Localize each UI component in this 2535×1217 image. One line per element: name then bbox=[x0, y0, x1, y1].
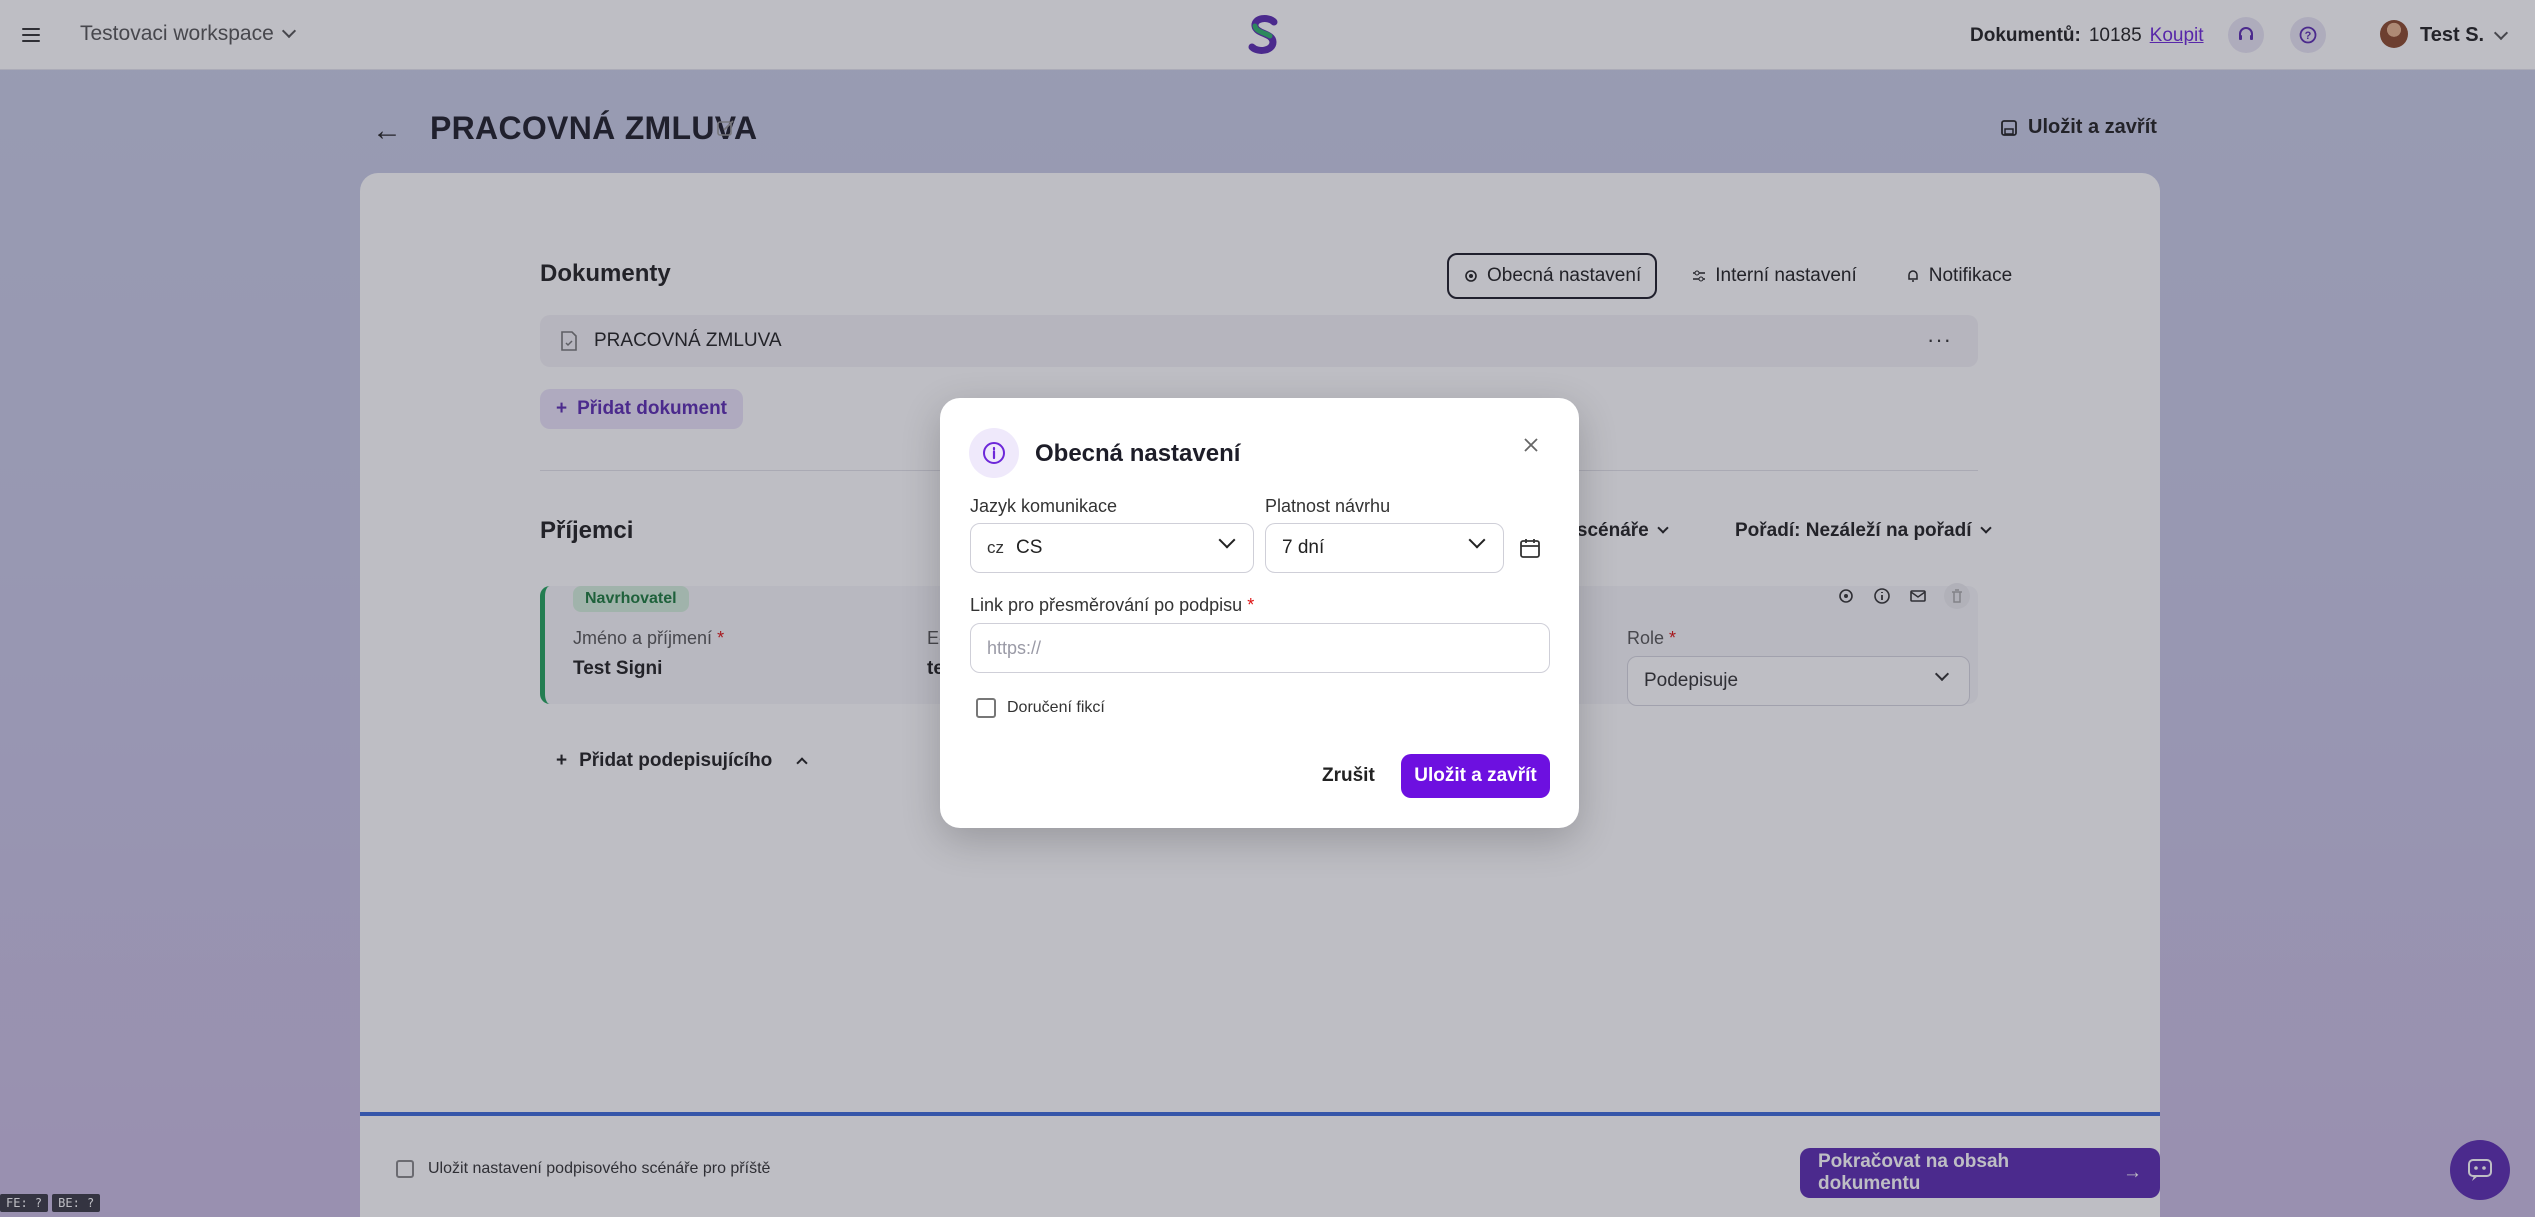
language-select[interactable]: cz CS bbox=[970, 523, 1254, 573]
dialog-title: Obecná nastavení bbox=[1035, 440, 1241, 467]
language-label: Jazyk komunikace bbox=[970, 496, 1118, 516]
cz-flag-icon: cz bbox=[987, 538, 1004, 557]
validity-select[interactable]: 7 dní bbox=[1265, 523, 1504, 573]
redirect-label: Link pro přesměrování po podpisu * bbox=[970, 595, 1255, 615]
general-settings-dialog: Obecná nastavení Jazyk komunikace cz CS … bbox=[940, 398, 1579, 828]
chevron-down-icon bbox=[1218, 531, 1236, 549]
close-icon[interactable] bbox=[1520, 434, 1542, 456]
redirect-url-input[interactable] bbox=[970, 623, 1550, 673]
chevron-down-icon bbox=[1468, 531, 1486, 549]
info-icon bbox=[969, 428, 1019, 478]
calendar-icon[interactable] bbox=[1518, 536, 1542, 560]
fiction-delivery-checkbox[interactable] bbox=[976, 698, 996, 718]
validity-label: Platnost návrhu bbox=[1265, 496, 1391, 516]
save-close-button[interactable]: Uložit a zavřít bbox=[1401, 754, 1550, 798]
validity-value: 7 dní bbox=[1282, 537, 1325, 558]
language-value: CS bbox=[1016, 537, 1043, 558]
cancel-button[interactable]: Zrušit bbox=[1310, 754, 1387, 798]
fiction-delivery-label: Doručení fikcí bbox=[1007, 699, 1105, 716]
